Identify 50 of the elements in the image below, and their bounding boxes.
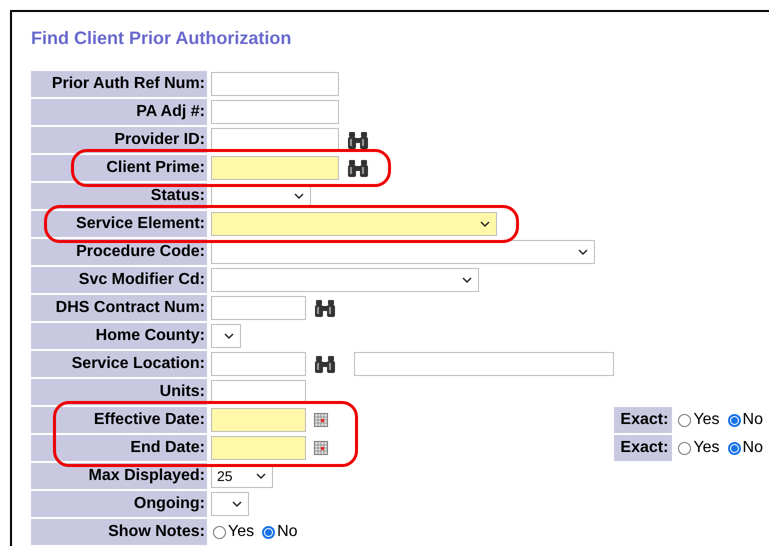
text-field[interactable] bbox=[211, 436, 306, 460]
radio-option[interactable]: No bbox=[262, 523, 298, 541]
field-label: End Date: bbox=[31, 435, 207, 461]
radio-option[interactable]: Yes bbox=[678, 439, 720, 457]
binoculars-icon[interactable] bbox=[347, 158, 369, 178]
field-label: Exact: bbox=[614, 407, 672, 433]
caret-icon bbox=[224, 333, 234, 339]
text-field[interactable] bbox=[354, 352, 614, 376]
radio-option[interactable]: Yes bbox=[678, 411, 720, 429]
radio-option[interactable]: Yes bbox=[213, 523, 254, 541]
field-label: Client Prime: bbox=[31, 155, 207, 181]
field-label: Units: bbox=[31, 379, 207, 405]
caret-icon bbox=[294, 193, 304, 199]
field-label: Exact: bbox=[614, 435, 672, 461]
dropdown[interactable] bbox=[211, 268, 479, 292]
binoculars-icon[interactable] bbox=[314, 354, 336, 374]
field-label: Effective Date: bbox=[31, 407, 207, 433]
text-field[interactable] bbox=[211, 100, 339, 124]
field-label: Provider ID: bbox=[31, 127, 207, 153]
caret-icon bbox=[578, 249, 588, 255]
text-field[interactable] bbox=[211, 72, 339, 96]
caret-icon bbox=[232, 501, 242, 507]
caret-icon bbox=[480, 221, 490, 227]
radio-option[interactable]: No bbox=[728, 439, 763, 457]
caret-icon bbox=[462, 277, 472, 283]
text-field[interactable] bbox=[211, 352, 306, 376]
field-label: DHS Contract Num: bbox=[31, 295, 207, 321]
field-label: Svc Modifier Cd: bbox=[31, 267, 207, 293]
page-title: Find Client Prior Authorization bbox=[31, 28, 292, 49]
field-label: Prior Auth Ref Num: bbox=[31, 71, 207, 97]
radio-option[interactable]: No bbox=[728, 411, 763, 429]
binoculars-icon[interactable] bbox=[347, 130, 369, 150]
text-field[interactable] bbox=[211, 408, 306, 432]
caret-icon bbox=[256, 473, 266, 479]
binoculars-icon[interactable] bbox=[314, 298, 336, 318]
calendar-icon[interactable] bbox=[314, 413, 328, 427]
dropdown[interactable] bbox=[211, 324, 241, 348]
text-field[interactable] bbox=[211, 296, 306, 320]
calendar-icon[interactable] bbox=[314, 441, 328, 455]
dropdown[interactable] bbox=[211, 240, 595, 264]
field-label: Service Element: bbox=[31, 211, 207, 237]
field-label: Service Location: bbox=[31, 351, 207, 377]
field-label: PA Adj #: bbox=[31, 99, 207, 125]
text-field[interactable] bbox=[211, 156, 339, 180]
field-label: Show Notes: bbox=[31, 519, 207, 545]
field-label: Home County: bbox=[31, 323, 207, 349]
field-label: Procedure Code: bbox=[31, 239, 207, 265]
dropdown[interactable] bbox=[211, 492, 249, 516]
field-label: Ongoing: bbox=[31, 491, 207, 517]
field-label: Max Displayed: bbox=[31, 463, 207, 489]
